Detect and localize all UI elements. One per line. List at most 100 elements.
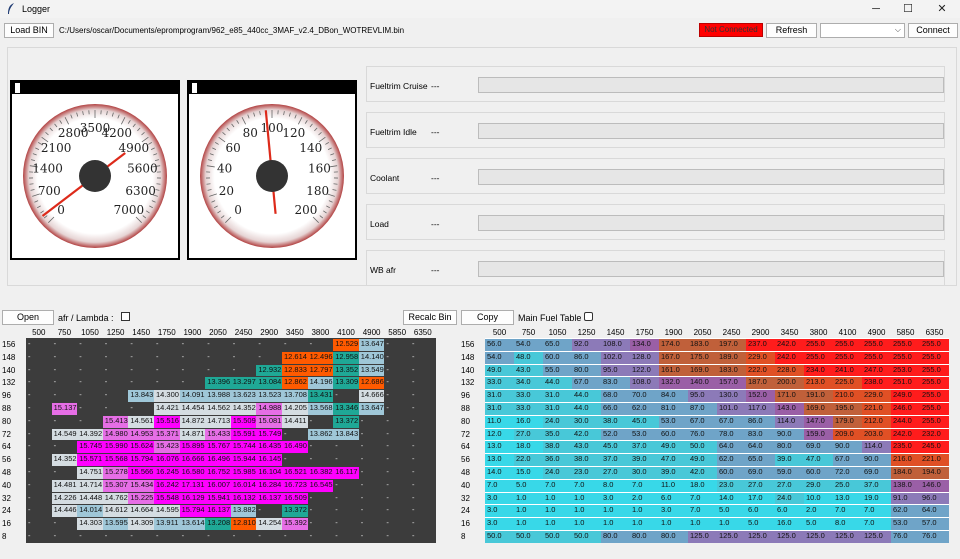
afr-table-cell[interactable]: - <box>205 339 231 351</box>
fuel-table-cell[interactable]: 212.0 <box>862 415 891 428</box>
afr-table-cell[interactable]: - <box>128 365 154 377</box>
afr-table-cell[interactable]: - <box>384 531 410 543</box>
fuel-table-cell[interactable]: 35.0 <box>543 428 572 441</box>
fuel-table-cell[interactable]: 37.0 <box>630 441 659 454</box>
fuel-table-cell[interactable]: 255.0 <box>862 351 891 364</box>
afr-table-cell[interactable]: - <box>308 531 334 543</box>
afr-table-cell[interactable]: 13.623 <box>230 390 257 402</box>
afr-table-cell[interactable]: 15.794 <box>128 454 154 466</box>
fuel-table-cell[interactable]: 3.0 <box>485 492 514 505</box>
fuel-table-cell[interactable]: 8.0 <box>833 518 862 530</box>
fuel-table-cell[interactable]: 238.0 <box>862 377 891 390</box>
afr-table-cell[interactable]: - <box>77 365 103 377</box>
fuel-table-cell[interactable]: 255.0 <box>804 351 833 364</box>
afr-table-cell[interactable]: - <box>359 518 385 530</box>
fuel-table-cell[interactable]: 83.0 <box>601 377 630 390</box>
afr-table-cell[interactable]: 15.749 <box>256 428 282 441</box>
afr-table-cell[interactable]: - <box>384 441 410 453</box>
afr-table-cell[interactable]: 13.988 <box>205 390 231 402</box>
afr-table-cell[interactable]: 14.666 <box>358 390 385 402</box>
afr-table-cell[interactable]: 15.744 <box>230 441 257 454</box>
afr-table-cell[interactable]: 14.988 <box>256 403 282 415</box>
afr-table-cell[interactable]: - <box>384 377 410 389</box>
fuel-table-cell[interactable]: 80.0 <box>572 364 601 377</box>
fuel-table-cell[interactable]: 183.0 <box>717 364 746 377</box>
fuel-table-cell[interactable]: 102.0 <box>601 351 630 364</box>
fuel-table-cell[interactable]: 5.0 <box>746 518 775 530</box>
connect-button[interactable]: Connect <box>908 23 958 38</box>
fuel-table-cell[interactable]: 14.0 <box>717 492 746 505</box>
fuel-table-cell[interactable]: 7.0 <box>630 479 659 492</box>
afr-table-cell[interactable]: 13.431 <box>307 390 334 402</box>
fuel-table-cell[interactable]: 167.0 <box>659 351 688 364</box>
afr-table-cell[interactable]: 15.895 <box>179 441 206 454</box>
fuel-table-cell[interactable]: 3.0 <box>601 492 630 505</box>
afr-table-cell[interactable]: 14.454 <box>179 403 206 415</box>
afr-table-cell[interactable]: - <box>26 377 52 389</box>
fuel-table-cell[interactable]: 90.0 <box>862 454 891 466</box>
fuel-table-cell[interactable]: 31.0 <box>543 390 572 402</box>
afr-table-cell[interactable]: 14.140 <box>358 351 385 364</box>
afr-table-cell[interactable]: - <box>52 365 78 377</box>
afr-table-cell[interactable]: - <box>26 493 52 505</box>
fuel-table-cell[interactable]: 48.0 <box>514 351 543 364</box>
fuel-table-cell[interactable]: 242.0 <box>891 428 920 441</box>
afr-table-cell[interactable]: 14.196 <box>307 377 334 390</box>
fuel-table-cell[interactable]: 49.0 <box>659 441 688 454</box>
fuel-table-cell[interactable]: 169.0 <box>688 364 717 377</box>
fuel-table-cell[interactable]: 87.0 <box>688 403 717 415</box>
afr-table-cell[interactable]: - <box>410 429 436 441</box>
fuel-table-cell[interactable]: 125.0 <box>746 531 775 543</box>
afr-table-cell[interactable]: - <box>359 467 385 479</box>
fuel-table-cell[interactable]: 1.0 <box>572 492 601 505</box>
fuel-table-cell[interactable]: 157.0 <box>717 377 746 390</box>
fuel-table-cell[interactable]: 57.0 <box>920 518 949 530</box>
fuel-table-cell[interactable]: 31.0 <box>485 403 514 415</box>
afr-table-cell[interactable]: - <box>52 441 78 453</box>
afr-table-cell[interactable]: 12.932 <box>256 364 282 377</box>
afr-table-cell[interactable]: - <box>410 518 436 530</box>
afr-table-cell[interactable]: 15.307 <box>102 479 129 492</box>
fuel-table-cell[interactable]: 134.0 <box>630 339 659 351</box>
afr-table-cell[interactable]: 12.862 <box>282 377 308 390</box>
fuel-table-cell[interactable]: 197.0 <box>717 339 746 351</box>
afr-table-cell[interactable]: - <box>308 518 334 530</box>
afr-table-cell[interactable]: 13.843 <box>333 428 359 441</box>
afr-table-cell[interactable]: - <box>384 454 410 466</box>
fuel-table-cell[interactable]: 253.0 <box>891 364 920 377</box>
fuel-table-cell[interactable]: 125.0 <box>688 531 717 543</box>
fuel-table-cell[interactable]: 24.0 <box>775 492 804 505</box>
afr-table-cell[interactable]: - <box>410 493 436 505</box>
fuel-table-cell[interactable]: 255.0 <box>920 339 949 351</box>
fuel-table-cell[interactable]: 229.0 <box>862 390 891 402</box>
afr-table-cell[interactable]: - <box>410 416 436 428</box>
afr-table-cell[interactable]: - <box>410 480 436 492</box>
afr-table-cell[interactable]: 15.944 <box>230 454 257 466</box>
afr-table-cell[interactable]: 14.561 <box>128 415 154 428</box>
afr-table-cell[interactable]: - <box>410 467 436 479</box>
fuel-table-cell[interactable]: 5.0 <box>514 479 543 492</box>
afr-lambda-checkbox[interactable] <box>121 312 130 321</box>
afr-table-cell[interactable]: - <box>103 403 129 415</box>
fuel-table-cell[interactable]: 53.0 <box>891 518 920 530</box>
afr-table-cell[interactable]: - <box>180 531 206 543</box>
afr-table-cell[interactable]: - <box>384 339 410 351</box>
afr-table-cell[interactable]: 15.566 <box>128 467 154 479</box>
afr-table-cell[interactable]: 14.980 <box>102 428 129 441</box>
fuel-table-cell[interactable]: 2.0 <box>804 505 833 518</box>
afr-table-cell[interactable]: 15.548 <box>154 492 180 505</box>
fuel-table-cell[interactable]: 59.0 <box>775 467 804 479</box>
afr-table-cell[interactable]: 16.521 <box>282 467 308 479</box>
fuel-table-cell[interactable]: 5.0 <box>804 518 833 530</box>
afr-table-cell[interactable]: - <box>26 518 52 530</box>
afr-table-cell[interactable]: - <box>26 390 52 402</box>
afr-table-cell[interactable]: - <box>52 352 78 364</box>
fuel-table-cell[interactable]: 27.0 <box>775 479 804 492</box>
afr-table-cell[interactable]: 15.509 <box>230 415 257 428</box>
afr-table-cell[interactable]: - <box>333 518 359 530</box>
afr-table-cell[interactable]: - <box>410 441 436 453</box>
afr-table-cell[interactable]: - <box>128 531 154 543</box>
fuel-table-cell[interactable]: 65.0 <box>746 454 775 466</box>
fuel-table-cell[interactable]: 152.0 <box>746 390 775 402</box>
fuel-table-cell[interactable]: 84.0 <box>659 390 688 402</box>
